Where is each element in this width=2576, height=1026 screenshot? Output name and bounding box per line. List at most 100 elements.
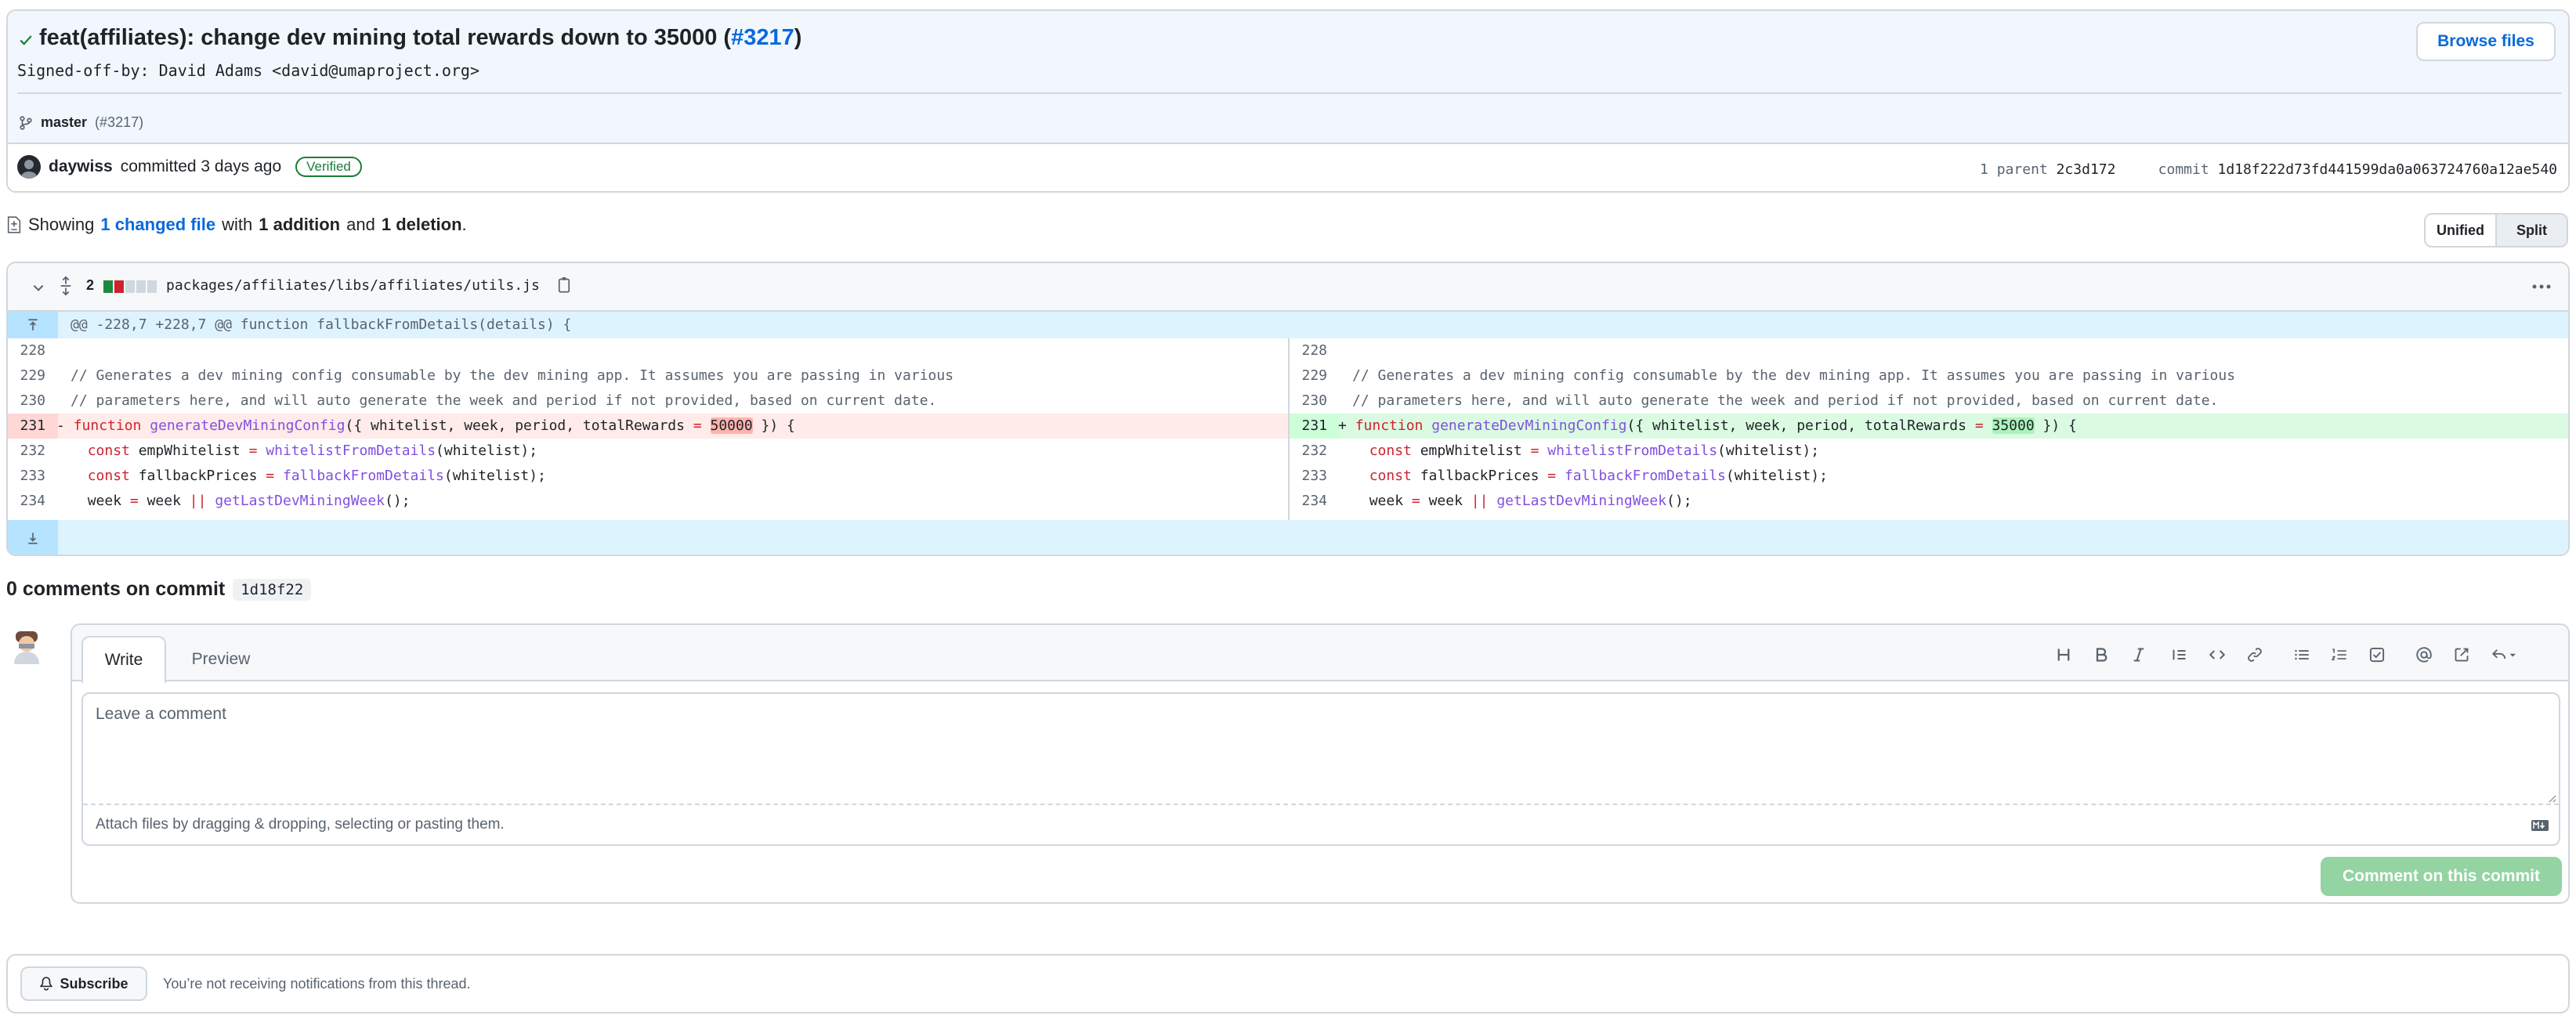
additions-count: 1 addition	[259, 215, 341, 234]
line-number[interactable]: 229	[1290, 363, 1340, 388]
line-number[interactable]: 230	[8, 388, 58, 414]
code-text: }) {	[2034, 417, 2077, 434]
diff-row: 234 week = week || getLastDevMiningWeek(…	[1290, 489, 2568, 514]
tab-preview[interactable]: Preview	[174, 636, 268, 683]
code-line: const empWhitelist = whitelistFromDetail…	[1352, 439, 1819, 464]
unified-button[interactable]: Unified	[2426, 215, 2495, 246]
branch-name[interactable]: master	[41, 114, 87, 131]
commit-sha-chip: 1d18f22	[233, 578, 312, 601]
subscribe-label: Subscribe	[60, 975, 128, 992]
expand-all-icon[interactable]	[58, 276, 74, 296]
diff-row: 228	[8, 338, 1288, 363]
bold-icon[interactable]	[2089, 642, 2114, 667]
summary-period: .	[461, 215, 467, 234]
code-line: week = week || getLastDevMiningWeek();	[71, 489, 411, 514]
code-operator: =	[266, 468, 275, 484]
code-text: empWhitelist	[1420, 443, 1522, 459]
current-user-avatar[interactable]	[11, 630, 42, 664]
line-number[interactable]: 231	[1290, 414, 1340, 439]
code-function: fallbackFromDetails	[282, 468, 444, 484]
task-list-icon[interactable]	[2364, 642, 2390, 667]
attach-files-hint[interactable]: Attach files by dragging & dropping, sel…	[96, 816, 505, 833]
line-number[interactable]: 233	[1290, 464, 1340, 489]
subscribe-button[interactable]: Subscribe	[20, 966, 147, 1001]
link-icon[interactable]	[2242, 642, 2267, 667]
unordered-list-icon[interactable]	[2289, 642, 2314, 667]
mention-icon[interactable]	[2411, 642, 2437, 667]
line-number[interactable]: 229	[8, 363, 58, 388]
verified-badge[interactable]: Verified	[295, 157, 362, 177]
line-number[interactable]: 231	[8, 414, 58, 439]
author-name[interactable]: daywiss	[49, 157, 113, 176]
changed-value: 50000	[710, 417, 753, 434]
expand-down-row	[8, 520, 2568, 555]
code-operator: =	[1547, 468, 1557, 484]
split-button[interactable]: Split	[2495, 215, 2567, 246]
chevron-down-icon[interactable]	[31, 280, 45, 294]
tab-write[interactable]: Write	[81, 636, 166, 683]
resize-handle-icon[interactable]	[2545, 791, 2557, 804]
branch-pr[interactable]: (#3217)	[95, 114, 143, 131]
code-operator: =	[693, 417, 702, 434]
comment-submit-button[interactable]: Comment on this commit	[2321, 857, 2562, 896]
line-number[interactable]: 234	[1290, 489, 1340, 514]
line-number[interactable]: 228	[1290, 338, 1340, 363]
code-text: (whitelist);	[1725, 468, 1828, 484]
code-text: fallbackPrices	[138, 468, 258, 484]
line-number[interactable]: 233	[8, 464, 58, 489]
reference-icon[interactable]	[2449, 642, 2474, 667]
parent-sha[interactable]: 2c3d172	[2057, 161, 2116, 178]
diff-row: 233 const fallbackPrices = fallbackFromD…	[1290, 464, 2568, 489]
bell-icon	[39, 977, 53, 991]
code-icon[interactable]	[2205, 642, 2230, 667]
deletions-count: 1 deletion	[381, 215, 462, 234]
code-text: (whitelist);	[443, 468, 546, 484]
notifications-box: Subscribe You’re not receiving notificat…	[6, 954, 2570, 1013]
diff-row-addition: 231 + function generateDevMiningConfig({ …	[1290, 414, 2568, 439]
comment-textarea[interactable]: Leave a comment Attach files by dragging…	[81, 692, 2560, 846]
browse-files-button[interactable]: Browse files	[2416, 22, 2556, 61]
diff-row-deletion: 231- function generateDevMiningConfig({ …	[8, 414, 1288, 439]
ordered-list-icon[interactable]	[2327, 642, 2352, 667]
heading-icon[interactable]	[2051, 642, 2076, 667]
line-number[interactable]: 232	[8, 439, 58, 464]
comment-placeholder[interactable]: Leave a comment	[83, 694, 2559, 805]
code-line: // Generates a dev mining config consuma…	[1352, 367, 2236, 384]
line-number[interactable]: 228	[8, 338, 58, 363]
commit-header-top: feat(affiliates): change dev mining tota…	[8, 11, 2568, 144]
code-keyword: function	[73, 417, 142, 434]
branch-info: master (#3217)	[19, 114, 143, 131]
kebab-menu-icon[interactable]	[2531, 279, 2552, 294]
line-number[interactable]: 232	[1290, 439, 1340, 464]
italic-icon[interactable]	[2126, 642, 2151, 667]
code-operator: =	[1530, 443, 1539, 459]
code-function: whitelistFromDetails	[266, 443, 436, 459]
reply-icon[interactable]	[2485, 642, 2523, 667]
copy-icon[interactable]	[556, 276, 572, 294]
pr-link[interactable]: #3217	[731, 25, 794, 50]
file-path[interactable]: packages/affiliates/libs/affiliates/util…	[166, 277, 540, 294]
changed-files-link[interactable]: 1 changed file	[100, 215, 215, 235]
expand-up-icon[interactable]	[8, 312, 58, 338]
line-number[interactable]: 234	[8, 489, 58, 514]
code-keyword: const	[87, 443, 130, 459]
diff-row: 229 // Generates a dev mining config cons…	[1290, 363, 2568, 388]
expand-down-icon[interactable]	[8, 520, 58, 555]
parent-label: 1 parent	[1980, 161, 2048, 178]
avatar[interactable]	[17, 155, 41, 179]
markdown-icon[interactable]	[2531, 819, 2549, 832]
hunk-text: @@ -228,7 +228,7 @@ function fallbackFro…	[71, 316, 572, 333]
code-keyword: function	[1355, 417, 1424, 434]
file-diff: 2 packages/affiliates/libs/affiliates/ut…	[6, 262, 2570, 556]
line-number[interactable]: 230	[1290, 388, 1340, 414]
code-line: // parameters here, and will auto genera…	[1352, 392, 2219, 409]
file-diff-icon	[6, 216, 22, 233]
code-keyword: const	[1369, 443, 1412, 459]
code-line: const fallbackPrices = fallbackFromDetai…	[1352, 464, 1828, 489]
commit-meta: 1 parent 2c3d172 commit 1d18f222d73fd441…	[1980, 161, 2557, 178]
author-row: daywiss committed 3 days ago Verified	[17, 155, 362, 179]
code-text: }) {	[752, 417, 795, 434]
comment-editor: Write Preview Leave a comment Attach fil…	[71, 623, 2570, 904]
quote-icon[interactable]	[2167, 642, 2192, 667]
diff-row: 232 const empWhitelist = whitelistFromDe…	[1290, 439, 2568, 464]
